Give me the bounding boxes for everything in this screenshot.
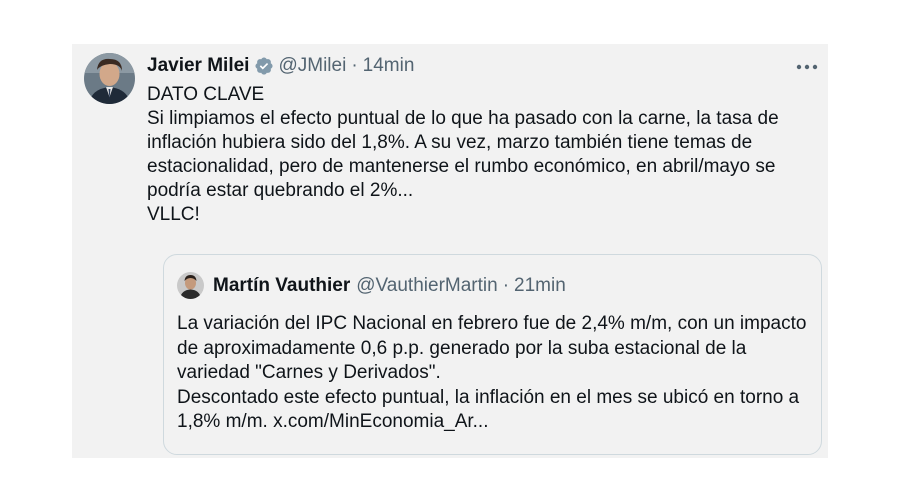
- tweet-line: Si limpiamos el efecto puntual de lo que…: [147, 108, 779, 201]
- author-handle[interactable]: @JMilei: [278, 54, 346, 78]
- tweet-timestamp[interactable]: 14min: [363, 54, 415, 78]
- tweet-line: DATO CLAVE: [147, 84, 265, 105]
- quoted-tweet-timestamp[interactable]: 21min: [514, 274, 566, 298]
- quoted-tweet-text: La variación del IPC Nacional en febrero…: [177, 312, 813, 435]
- tweet-line: VLLC!: [147, 204, 200, 225]
- quoted-tweet-header: Martín Vauthier @VauthierMartin · 21min: [177, 272, 566, 299]
- tweet-card[interactable]: Javier Milei @JMilei · 14min DATO CLAVE …: [72, 44, 828, 458]
- quoted-author-avatar[interactable]: [177, 272, 204, 299]
- quoted-tweet-line: La variación del IPC Nacional en febrero…: [177, 313, 807, 383]
- verified-badge-icon: [254, 56, 274, 76]
- quoted-author-handle[interactable]: @VauthierMartin: [356, 274, 497, 298]
- quoted-tweet-line: Descontado este efecto puntual, la infla…: [177, 386, 800, 433]
- header-separator: ·: [351, 55, 358, 76]
- quoted-header-separator: ·: [502, 274, 510, 296]
- quoted-avatar-photo: [177, 272, 204, 299]
- quoted-author-name[interactable]: Martín Vauthier: [213, 274, 350, 298]
- quoted-tweet[interactable]: Martín Vauthier @VauthierMartin · 21min …: [163, 254, 822, 455]
- author-name[interactable]: Javier Milei: [147, 54, 249, 78]
- tweet-text: DATO CLAVE Si limpiamos el efecto puntua…: [147, 83, 807, 227]
- avatar-photo: [84, 53, 135, 104]
- author-avatar[interactable]: [84, 53, 135, 104]
- tweet-header: Javier Milei @JMilei · 14min: [147, 54, 414, 78]
- more-options-icon[interactable]: [792, 56, 822, 78]
